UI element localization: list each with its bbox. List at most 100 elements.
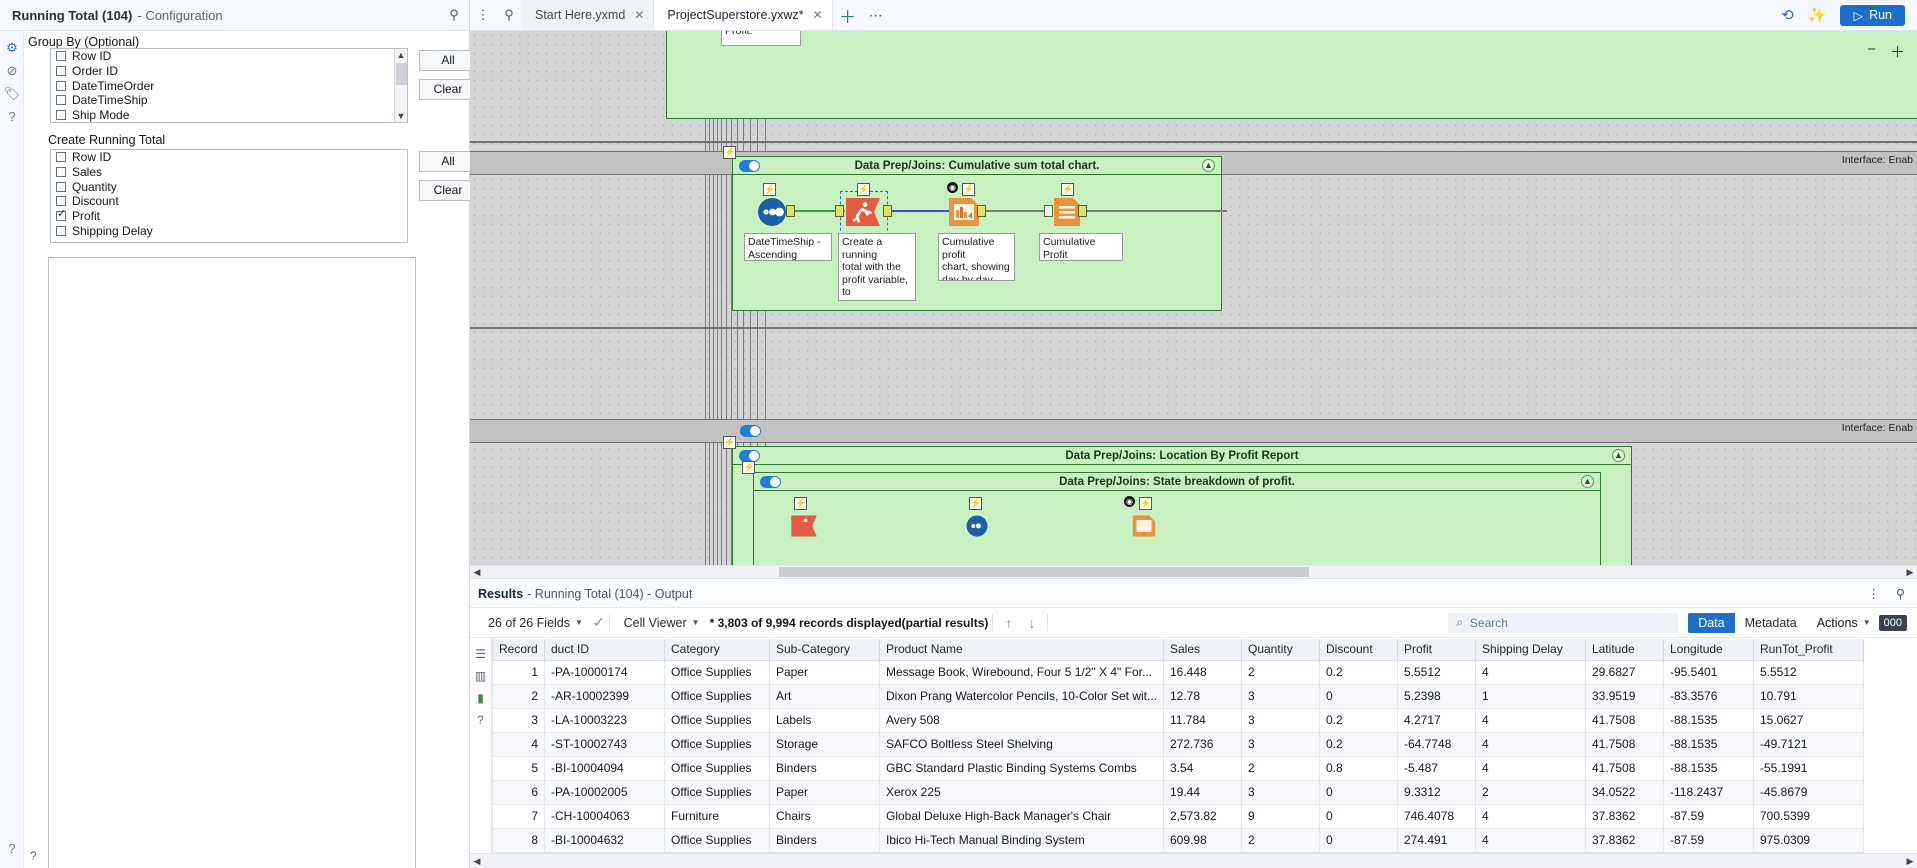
collapse-icon[interactable]: ▲: [1202, 159, 1215, 172]
cell-viewer-selector[interactable]: Cell Viewer ▼: [614, 616, 710, 630]
ellipsis-icon[interactable]: ⋯: [863, 0, 889, 30]
tab-project-superstore[interactable]: ProjectSuperstore.yxwz* ✕: [654, 0, 833, 30]
sort-tool-2[interactable]: [957, 509, 997, 545]
check-icon[interactable]: ✓: [593, 614, 605, 631]
table-row[interactable]: 1 -PA-10000174 Office Supplies Paper Mes…: [492, 659, 1864, 685]
scrollbar-thumb[interactable]: [396, 63, 407, 85]
interface-strip-2[interactable]: Interface: Enab: [470, 419, 1917, 443]
container-header[interactable]: Data Prep/Joins: Location By Profit Repo…: [733, 447, 1631, 465]
history-icon[interactable]: ⟲: [1781, 6, 1794, 24]
gear-icon[interactable]: ⚙: [0, 36, 24, 59]
column-header[interactable]: duct ID: [544, 639, 665, 661]
close-icon[interactable]: ✕: [634, 8, 644, 22]
checkbox[interactable]: [56, 196, 66, 207]
tab-start-here[interactable]: Start Here.yxmd ✕: [522, 0, 655, 30]
table-row[interactable]: 6 -PA-10002005 Office Supplies Paper Xer…: [492, 779, 1864, 805]
checkbox[interactable]: [56, 181, 66, 192]
checkbox[interactable]: [56, 95, 66, 106]
checkbox[interactable]: [56, 167, 66, 178]
running-total-all-button[interactable]: All: [419, 151, 477, 172]
grid-icon[interactable]: ▥: [470, 665, 491, 687]
list-item[interactable]: DateTimeOrder: [51, 78, 407, 93]
column-header[interactable]: Record: [492, 639, 545, 661]
list-item[interactable]: Ship Mode: [51, 108, 407, 123]
group-by-clear-button[interactable]: Clear: [419, 79, 477, 100]
plus-icon[interactable]: ＋: [1890, 41, 1905, 62]
running-total-clear-button[interactable]: Clear: [419, 180, 477, 201]
chevron-right-icon[interactable]: ▶: [1903, 856, 1917, 867]
column-header[interactable]: RunTot_Profit: [1753, 639, 1864, 661]
column-header[interactable]: Sales: [1163, 639, 1242, 661]
pin-icon[interactable]: ⚲: [447, 8, 461, 22]
table-row[interactable]: 7 -CH-10004063 Furniture Chairs Global D…: [492, 803, 1864, 829]
pin-icon[interactable]: ⚲: [496, 0, 522, 30]
question-icon[interactable]: ?: [0, 105, 24, 128]
interactive-chart-tool-2[interactable]: [1124, 509, 1164, 545]
checkbox[interactable]: [56, 208, 66, 222]
fields-selector[interactable]: 26 of 26 Fields ▼: [478, 616, 593, 630]
actions-menu[interactable]: Actions ▼: [1817, 616, 1871, 630]
collapse-icon[interactable]: ▲: [1612, 449, 1625, 462]
tab-metadata[interactable]: Metadata: [1735, 613, 1807, 633]
container-state-breakdown[interactable]: Data Prep/Joins: State breakdown of prof…: [753, 472, 1601, 565]
config-warning-icon[interactable]: ◉: [947, 182, 958, 193]
config-warning-icon[interactable]: ◉: [1124, 496, 1135, 507]
scrollbar-track[interactable]: [484, 566, 1903, 578]
list-item[interactable]: DateTimeShip: [51, 93, 407, 108]
table-row[interactable]: 8 -BI-10004632 Office Supplies Binders I…: [492, 827, 1864, 854]
list-item[interactable]: Shipping Delay: [51, 223, 407, 238]
column-header[interactable]: Category: [664, 639, 770, 661]
container-toggle[interactable]: [739, 160, 760, 172]
chevron-down-icon[interactable]: ▼: [397, 110, 406, 122]
checkbox[interactable]: [56, 225, 66, 236]
workflow-canvas[interactable]: Category & Subcategory while Summing Pro…: [470, 31, 1917, 565]
list-item[interactable]: Row ID: [51, 150, 407, 165]
magic-wand-icon[interactable]: ✨: [1808, 6, 1827, 24]
output-port[interactable]: [786, 205, 795, 217]
output-port[interactable]: [1078, 205, 1087, 217]
container-header[interactable]: Data Prep/Joins: State breakdown of prof…: [754, 473, 1600, 491]
tab-data[interactable]: Data: [1688, 612, 1735, 633]
running-total-listbox[interactable]: Row ID Sales Quantity Discount Profit: [50, 149, 408, 243]
help-icon[interactable]: ?: [0, 837, 24, 860]
table-row[interactable]: 5 -BI-10004094 Office Supplies Binders G…: [492, 755, 1864, 781]
table-row[interactable]: 4 -ST-10002743 Office Supplies Storage S…: [492, 731, 1864, 757]
results-table[interactable]: Record duct ID Category Sub-Category Pro…: [492, 639, 1864, 854]
output-port[interactable]: [977, 205, 986, 217]
column-header[interactable]: Longitude: [1663, 639, 1754, 661]
container-header[interactable]: Data Prep/Joins: Cumulative sum total ch…: [733, 157, 1221, 175]
container-top-partial[interactable]: Category & Subcategory while Summing Pro…: [666, 31, 1917, 119]
list-item[interactable]: Sales: [51, 165, 407, 180]
table-row[interactable]: 2 -AR-10002399 Office Supplies Art Dixon…: [492, 683, 1864, 709]
column-header[interactable]: Shipping Delay: [1475, 639, 1586, 661]
column-header[interactable]: Product Name: [879, 639, 1164, 661]
scrollbar-thumb[interactable]: [779, 567, 1309, 577]
group-by-all-button[interactable]: All: [419, 50, 477, 71]
canvas-horizontal-scrollbar[interactable]: ◀ ▶: [470, 565, 1917, 579]
run-button[interactable]: ▷ Run: [1840, 4, 1905, 26]
running-total-tool[interactable]: [843, 195, 883, 231]
kebab-menu-icon[interactable]: ⋮: [470, 0, 496, 30]
kebab-menu-icon[interactable]: ⋮: [1867, 586, 1880, 601]
column-header[interactable]: Sub-Category: [769, 639, 880, 661]
column-header[interactable]: Profit: [1397, 639, 1476, 661]
pin-icon[interactable]: ⚲: [1896, 586, 1905, 601]
group-by-listbox[interactable]: Row ID Order ID DateTimeOrder DateTimeSh…: [50, 48, 408, 123]
plus-icon[interactable]: ＋: [833, 0, 863, 30]
results-horizontal-scrollbar[interactable]: ◀ ▶: [470, 853, 1917, 868]
arrow-down-icon[interactable]: ↓: [1020, 615, 1043, 631]
search-input[interactable]: ⌕ Search: [1448, 612, 1679, 633]
interface-toggle[interactable]: [740, 425, 761, 437]
listbox-scrollbar[interactable]: ▲ ▼: [394, 49, 407, 122]
column-header[interactable]: Latitude: [1585, 639, 1664, 661]
output-port[interactable]: [883, 205, 892, 217]
arrow-up-icon[interactable]: ↑: [997, 615, 1020, 631]
checkbox[interactable]: [56, 66, 66, 77]
chevron-left-icon[interactable]: ◀: [470, 567, 484, 578]
column-header[interactable]: Discount: [1319, 639, 1398, 661]
chevron-left-icon[interactable]: ◀: [470, 856, 484, 867]
column-header[interactable]: Quantity: [1241, 639, 1320, 661]
container-cumulative-sum[interactable]: Data Prep/Joins: Cumulative sum total ch…: [732, 156, 1227, 311]
green-flag-icon[interactable]: ▮: [470, 687, 491, 709]
question-icon[interactable]: ?: [470, 709, 491, 731]
